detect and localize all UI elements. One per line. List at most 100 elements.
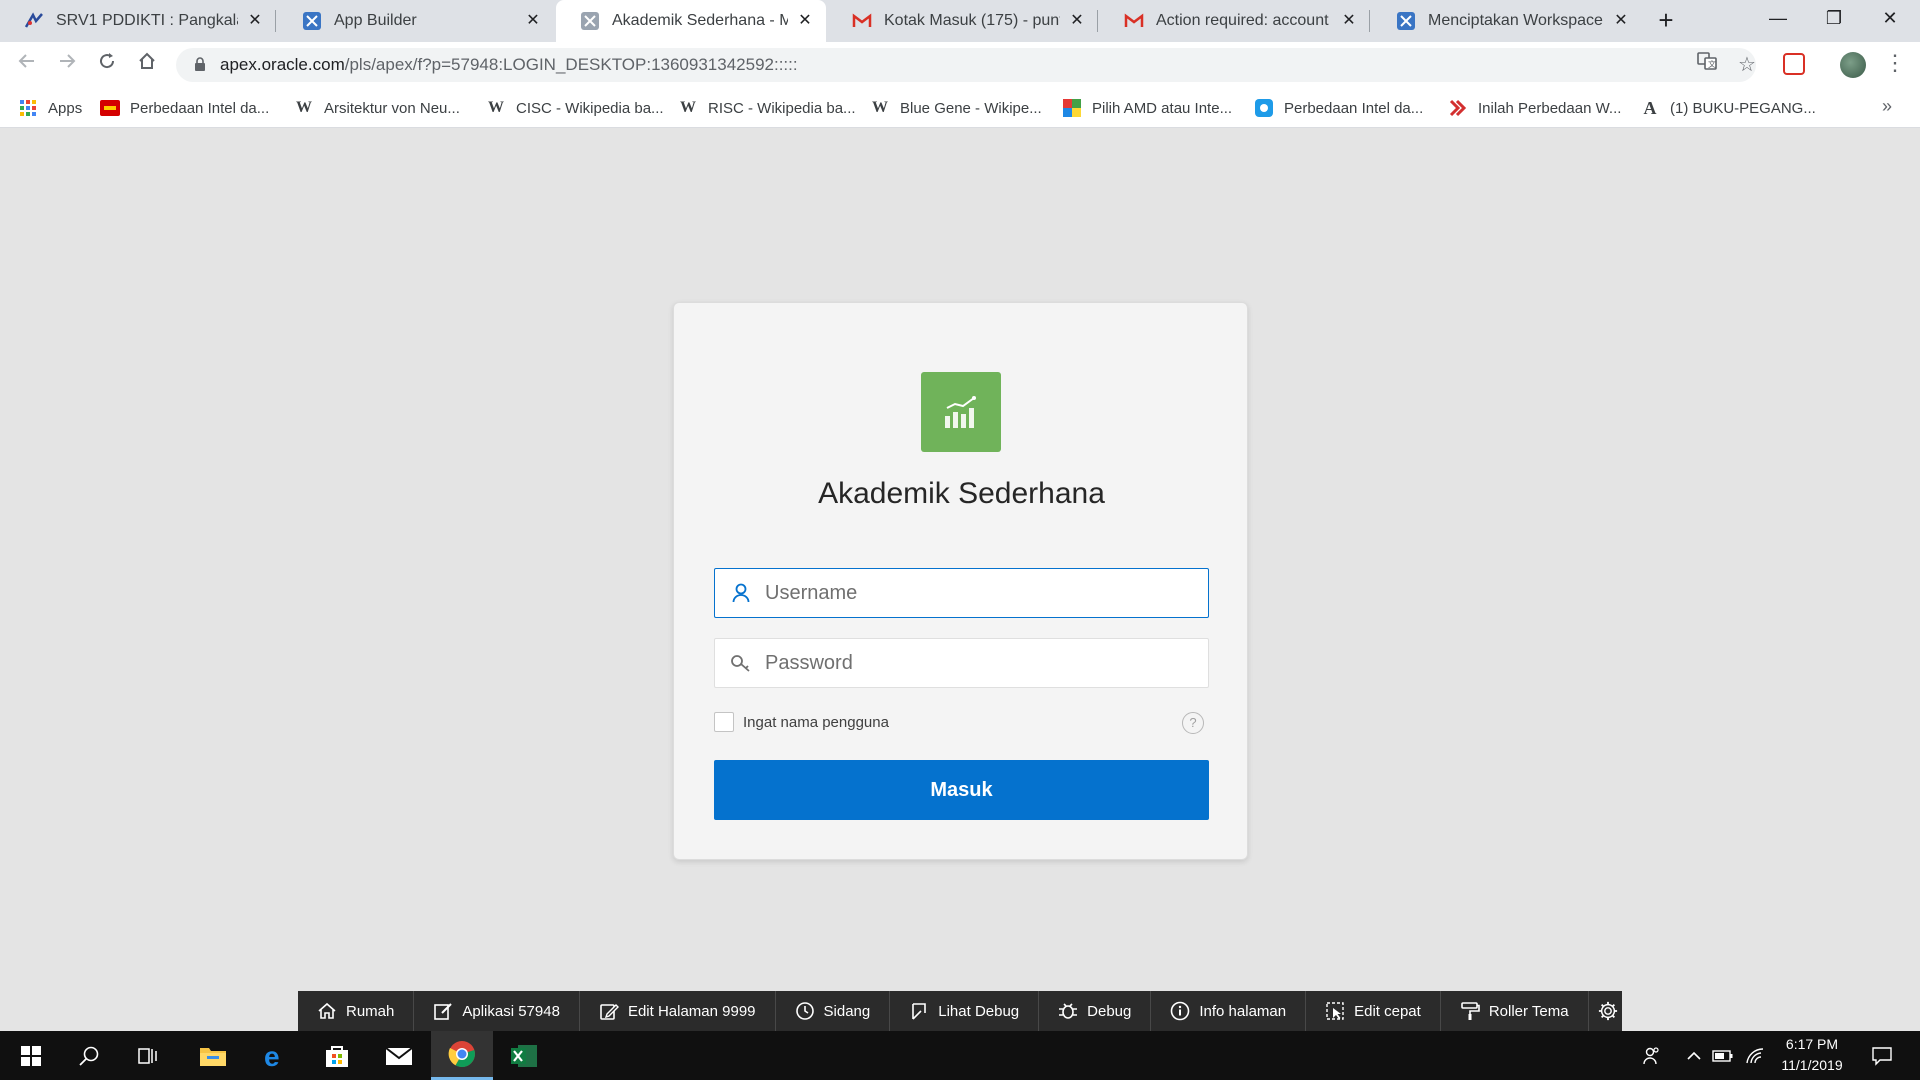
mail-icon [385, 1046, 413, 1065]
dev-toolbar-theme-roller[interactable]: Roller Tema [1441, 991, 1589, 1031]
tab-action-required[interactable]: Action required: account req ✕ [1100, 0, 1370, 42]
chart-growth-icon [945, 396, 976, 428]
dev-toolbar-label: Lihat Debug [938, 1002, 1020, 1020]
tab-separator [1369, 10, 1370, 32]
remember-username: Ingat nama pengguna [714, 712, 889, 732]
gear-icon [1598, 1001, 1618, 1021]
close-icon[interactable]: ✕ [1612, 12, 1630, 30]
bookmark-item[interactable]: W CISC - Wikipedia ba... [486, 88, 664, 128]
bookmark-label: Pilih AMD atau Inte... [1092, 99, 1233, 117]
browser-menu-icon[interactable]: ⋮ [1884, 48, 1906, 78]
task-view-button[interactable] [118, 1031, 180, 1080]
svg-text:文: 文 [1708, 59, 1716, 69]
bookmark-site-icon [1062, 98, 1082, 118]
dev-toolbar-session[interactable]: Sidang [776, 991, 891, 1031]
bookmark-item[interactable]: W Blue Gene - Wikipe... [870, 88, 1042, 128]
theme-roller-icon [1460, 1001, 1480, 1021]
dev-toolbar-edit-page[interactable]: Edit Halaman 9999 [580, 991, 776, 1031]
bookmark-item[interactable]: Perbedaan Intel da... [100, 88, 269, 128]
debug-bug-icon [1058, 1001, 1078, 1021]
pocket-extension-icon[interactable] [1783, 53, 1805, 75]
tab-title: SRV1 PDDIKTI : Pangkalan Data [56, 12, 238, 29]
apex-icon [580, 11, 600, 31]
restore-button[interactable]: ❐ [1806, 0, 1862, 36]
taskbar-edge[interactable]: e [244, 1031, 306, 1080]
password-input[interactable] [765, 651, 1185, 675]
taskbar-chrome[interactable] [431, 1031, 493, 1080]
bookmark-item[interactable]: W Arsitektur von Neu... [294, 88, 460, 128]
back-button[interactable] [10, 48, 44, 82]
bookmark-item[interactable]: A (1) BUKU-PEGANG... [1640, 88, 1816, 128]
developer-toolbar: Rumah Aplikasi 57948 Edit Halaman 9999 S… [298, 991, 1622, 1031]
bookmark-item[interactable]: W RISC - Wikipedia ba... [678, 88, 856, 128]
address-bar[interactable]: apex.oracle.com/pls/apex/f?p=57948:LOGIN… [176, 48, 1756, 82]
lock-icon [194, 56, 206, 74]
tab-app-builder[interactable]: App Builder ✕ [278, 0, 554, 42]
dev-toolbar-settings[interactable] [1589, 991, 1627, 1031]
taskbar-store[interactable] [306, 1031, 368, 1080]
windows-start-button[interactable] [0, 1031, 62, 1080]
bookmark-item[interactable]: Pilih AMD atau Inte... [1062, 88, 1232, 128]
minimize-button[interactable]: — [1750, 0, 1806, 36]
new-tab-button[interactable]: + [1650, 6, 1682, 36]
dev-toolbar-label: Edit cepat [1354, 1002, 1421, 1020]
bookmark-site-icon [100, 98, 120, 118]
username-input[interactable] [765, 581, 1185, 605]
bookmark-apps[interactable]: Apps [18, 88, 82, 128]
remember-checkbox[interactable] [714, 712, 734, 732]
tab-akademik-sederhana[interactable]: Akademik Sederhana - Masuk ✕ [556, 0, 826, 42]
close-icon[interactable]: ✕ [246, 12, 264, 30]
bookmark-label: (1) BUKU-PEGANG... [1670, 99, 1816, 117]
bookmark-label: CISC - Wikipedia ba... [516, 99, 664, 117]
arrow-right-icon [60, 54, 76, 68]
home-button[interactable] [130, 48, 164, 82]
dev-toolbar-debug[interactable]: Debug [1039, 991, 1152, 1031]
tab-kotak-masuk[interactable]: Kotak Masuk (175) - puntom ✕ [828, 0, 1098, 42]
search-button[interactable] [58, 1031, 120, 1080]
key-icon [729, 651, 753, 675]
store-bag-icon [326, 1045, 348, 1067]
bookmark-site-icon: A [1643, 97, 1657, 118]
tab-menciptakan-workspace[interactable]: Menciptakan Workspace - Or ✕ [1372, 0, 1642, 42]
reload-button[interactable] [90, 48, 124, 82]
tab-pddikti[interactable]: SRV1 PDDIKTI : Pangkalan Data ✕ [0, 0, 276, 42]
dev-toolbar-view-debug[interactable]: Lihat Debug [890, 991, 1040, 1031]
password-field[interactable] [714, 638, 1209, 688]
more-bookmarks-button[interactable]: » [1882, 96, 1892, 117]
edge-icon: e [264, 1042, 280, 1070]
dev-toolbar-quick-edit[interactable]: Edit cepat [1306, 991, 1441, 1031]
dev-toolbar-application[interactable]: Aplikasi 57948 [414, 991, 580, 1031]
username-field[interactable] [714, 568, 1209, 618]
apex-icon [302, 11, 322, 31]
wifi-icon[interactable] [1742, 1031, 1768, 1080]
system-clock[interactable]: 6:17 PM 11/1/2019 [1766, 1034, 1858, 1076]
dev-toolbar-home[interactable]: Rumah [298, 991, 415, 1031]
taskbar-excel[interactable] [493, 1031, 555, 1080]
close-icon[interactable]: ✕ [524, 12, 542, 30]
close-window-button[interactable]: ✕ [1862, 0, 1918, 36]
info-icon [1170, 1001, 1190, 1021]
close-icon[interactable]: ✕ [796, 12, 814, 30]
bookmark-label: Blue Gene - Wikipe... [900, 99, 1042, 117]
edit-page-icon [599, 1001, 619, 1021]
edit-app-icon [433, 1001, 453, 1021]
remember-label[interactable]: Ingat nama pengguna [743, 714, 889, 731]
bookmark-item[interactable]: Inilah Perbedaan W... [1448, 88, 1621, 128]
bookmark-item[interactable]: Perbedaan Intel da... [1254, 88, 1423, 128]
show-hidden-icons-button[interactable] [1682, 1031, 1706, 1080]
translate-icon[interactable]: 文 [1692, 50, 1722, 80]
people-icon[interactable] [1636, 1031, 1668, 1080]
close-icon[interactable]: ✕ [1068, 12, 1086, 30]
wikipedia-icon: W [872, 99, 888, 116]
close-icon[interactable]: ✕ [1340, 12, 1358, 30]
forward-button[interactable] [50, 48, 84, 82]
profile-avatar[interactable] [1840, 52, 1866, 78]
login-button[interactable]: Masuk [714, 760, 1209, 820]
action-center-icon[interactable] [1862, 1031, 1902, 1080]
help-icon[interactable]: ? [1182, 712, 1204, 734]
battery-icon[interactable] [1710, 1031, 1736, 1080]
dev-toolbar-page-info[interactable]: Info halaman [1151, 991, 1307, 1031]
taskbar-mail[interactable] [368, 1031, 430, 1080]
taskbar-file-explorer[interactable] [182, 1031, 244, 1080]
bookmark-star-icon[interactable]: ☆ [1732, 50, 1762, 80]
